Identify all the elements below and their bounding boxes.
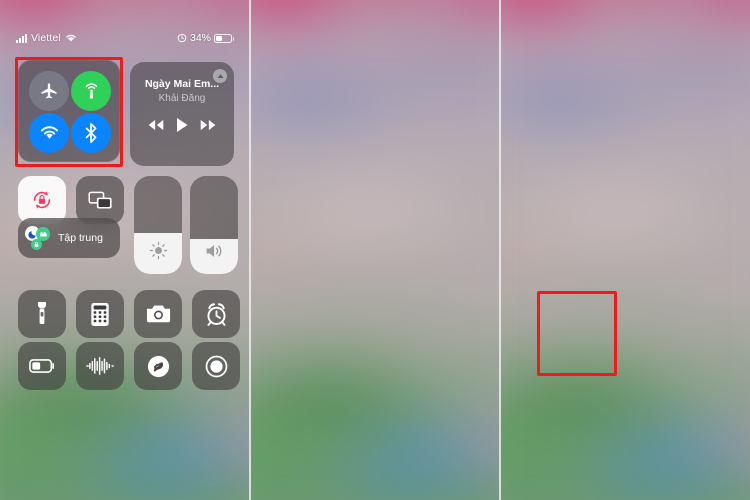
panel-divider-1: [249, 0, 251, 500]
fast-forward-icon[interactable]: [199, 119, 217, 131]
lock-icon: [31, 239, 42, 250]
media-controls: [138, 117, 226, 133]
speaker-icon: [204, 242, 225, 265]
screen-record-icon: [205, 355, 227, 377]
status-bar-right: 34%: [177, 32, 234, 44]
wallpaper-blurred: [500, 0, 750, 500]
wifi-icon: [65, 34, 76, 42]
low-power-battery-icon: [29, 359, 54, 373]
screen-mirroring-button[interactable]: [76, 176, 124, 224]
low-power-mode-button[interactable]: [18, 342, 66, 390]
highlight-airdrop-tile: [537, 291, 617, 376]
airplay-icon[interactable]: [213, 69, 227, 83]
panel-airdrop-options: AirDrop Không nhận Chỉ Danh bạ ✓ Mọi ngư…: [500, 0, 750, 500]
flashlight-button[interactable]: [18, 290, 66, 338]
rotation-lock-toggle[interactable]: [18, 176, 66, 224]
brightness-slider[interactable]: [134, 176, 182, 274]
highlight-connectivity-module: [15, 57, 123, 167]
rewind-icon[interactable]: [147, 119, 165, 131]
track-artist: Khải Đăng: [158, 93, 206, 104]
flashlight-icon: [38, 302, 46, 324]
alarm-button[interactable]: [192, 290, 240, 338]
carrier-label: Viettel: [31, 32, 61, 44]
now-playing-widget[interactable]: Ngày Mai Em... Khải Đăng: [130, 62, 234, 166]
panel-control-center-overview: Viettel 34% Ngày Mai Em... Khải Đăng Tập…: [0, 0, 250, 500]
shazam-button[interactable]: [134, 342, 182, 390]
volume-slider[interactable]: [190, 176, 238, 274]
focus-label: Tập trung: [58, 232, 103, 244]
panel-expanded-connectivity: Chế độ Máy bay Tắt Dữ liệu Di động Bật: [250, 0, 732, 500]
wallpaper-blurred: [250, 0, 500, 500]
shazam-icon: [147, 355, 169, 377]
sound-waveform-icon: [86, 357, 114, 375]
cellular-bars-icon: [16, 33, 27, 43]
screenshot-stage: Viettel 34% Ngày Mai Em... Khải Đăng Tập…: [0, 0, 750, 500]
panel-divider-2: [499, 0, 501, 500]
calculator-button[interactable]: [76, 290, 124, 338]
status-bar: Viettel 34%: [0, 30, 250, 46]
battery-percent-label: 34%: [189, 32, 211, 44]
track-title: Ngày Mai Em...: [144, 78, 220, 90]
camera-icon: [146, 305, 170, 323]
hearing-button[interactable]: [76, 342, 124, 390]
focus-mode-icons: [25, 224, 53, 252]
calculator-icon: [91, 302, 109, 326]
alarm-clock-icon: [177, 33, 187, 43]
play-icon[interactable]: [175, 117, 189, 133]
camera-button[interactable]: [134, 290, 182, 338]
focus-button[interactable]: Tập trung: [18, 218, 120, 258]
screen-record-button[interactable]: [192, 342, 240, 390]
screen-mirroring-icon: [87, 191, 112, 209]
brightness-icon: [149, 241, 168, 265]
alarm-clock-icon: [206, 302, 226, 326]
status-bar-left: Viettel: [16, 32, 77, 44]
battery-icon: [214, 33, 234, 43]
rotation-lock-icon: [33, 191, 51, 209]
